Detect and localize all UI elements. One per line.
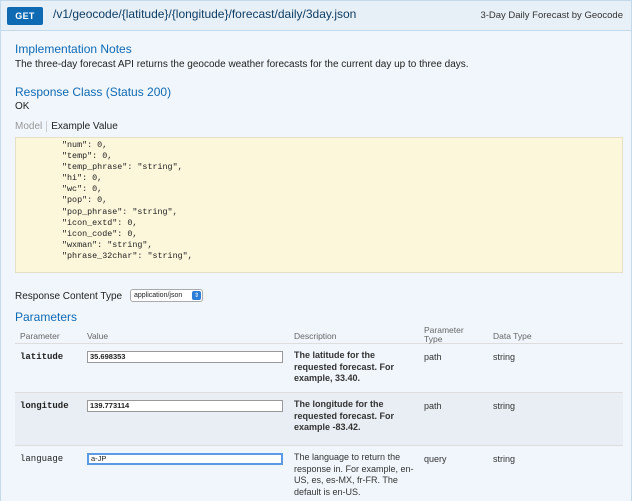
response-content-type-value: application/json [134,292,183,299]
column-value: Value [87,331,109,341]
api-operation: GET /v1/geocode/{latitude}/{longitude}/f… [0,0,640,501]
http-method-badge[interactable]: GET [7,7,43,25]
parameter-type: query [424,454,447,464]
parameter-name: latitude [20,352,64,362]
operation-header[interactable]: GET /v1/geocode/{latitude}/{longitude}/f… [0,0,632,31]
response-content-type-label: Response Content Type [15,291,123,302]
model-tabs: Model Example Value [15,121,118,132]
parameter-description: The language to return the response in. … [294,452,414,497]
operation-content: Implementation Notes The three-day forec… [0,31,632,501]
parameter-row-language: language a-JP The language to return the… [15,446,623,501]
endpoint-path[interactable]: /v1/geocode/{latitude}/{longitude}/forec… [53,7,356,21]
implementation-notes-text: The three-day forecast API returns the g… [15,59,469,70]
column-parameter-type: Parameter Type [424,325,464,344]
implementation-notes-heading: Implementation Notes [15,42,132,56]
parameter-row-longitude: longitude 139.773114 The longitude for t… [15,393,623,445]
parameter-name: longitude [20,401,69,411]
longitude-input[interactable]: 139.773114 [87,400,283,412]
language-input[interactable]: a-JP [87,453,283,465]
parameter-description: The longitude for the requested forecast… [294,399,395,432]
response-status: OK [15,101,30,112]
parameter-description: The latitude for the requested forecast.… [294,350,395,383]
parameter-data-type: string [493,454,516,464]
parameter-type: path [424,352,442,362]
tab-model[interactable]: Model [15,121,48,132]
column-data-type: Data Type [493,331,532,341]
parameter-type: path [424,401,442,411]
response-class-heading: Response Class (Status 200) [15,85,172,99]
parameters-heading: Parameters [15,310,78,324]
example-value-code[interactable]: "num": 0, "temp": 0, "temp_phrase": "str… [15,137,623,273]
parameter-row-latitude: latitude 35.698353 The latitude for the … [15,344,623,392]
response-content-type-select[interactable]: application/json ⇕ [130,289,203,302]
parameters-table-header: Parameter Value Description Parameter Ty… [15,323,623,344]
parameter-data-type: string [493,352,516,362]
latitude-input[interactable]: 35.698353 [87,351,283,363]
operation-summary[interactable]: 3-Day Daily Forecast by Geocode [480,10,623,21]
parameter-name: language [20,454,64,464]
column-parameter: Parameter [20,331,60,341]
column-description: Description [294,331,337,341]
tab-example-value[interactable]: Example Value [47,121,118,132]
select-arrows-icon: ⇕ [192,291,201,300]
parameter-data-type: string [493,401,516,411]
example-value-text: "num": 0, "temp": 0, "temp_phrase": "str… [62,140,193,261]
